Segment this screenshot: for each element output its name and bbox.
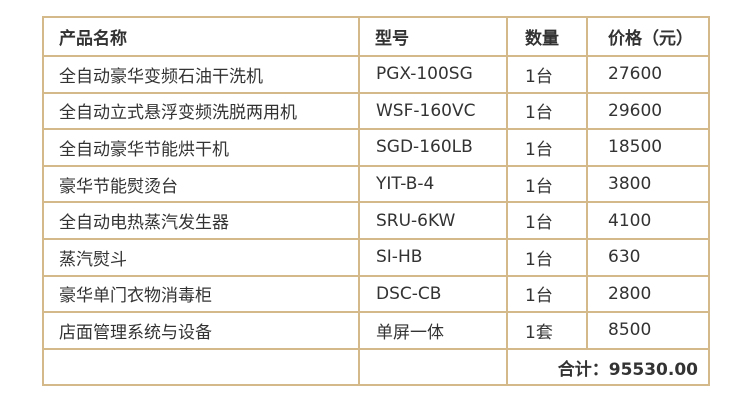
product-name-cell: 店面管理系统与设备 [42,311,360,350]
table-row: 全自动电热蒸汽发生器 SRU-6KW 1台 4100 [42,201,710,240]
price-cell: 27600 [586,55,710,94]
product-name-cell: 全自动立式悬浮变频洗脱两用机 [42,91,360,131]
header-model: 型号 [358,16,508,57]
quantity-cell: 1台 [506,55,588,94]
table-row: 全自动豪华节能烘干机 SGD-160LB 1台 18500 [42,128,710,167]
total-empty-cell [358,347,508,387]
quantity-cell: 1台 [506,201,588,240]
product-name-cell: 豪华节能熨烫台 [42,164,360,204]
price-cell: 8500 [586,311,710,350]
table-row: 店面管理系统与设备 单屏一体 1套 8500 [42,311,710,350]
table-header-row: 产品名称 型号 数量 价格（元） [42,16,710,57]
product-name-cell: 豪华单门衣物消毒柜 [42,274,360,314]
table-row: 全自动豪华变频石油干洗机 PGX-100SG 1台 27600 [42,55,710,94]
table-row: 蒸汽熨斗 SI-HB 1台 630 [42,237,710,277]
table-row: 豪华节能熨烫台 YIT-B-4 1台 3800 [42,164,710,204]
product-name-cell: 蒸汽熨斗 [42,237,360,277]
price-cell: 3800 [586,164,710,204]
price-cell: 630 [586,237,710,277]
total-row: 合计：95530.00 [42,347,710,387]
model-cell: SI-HB [358,237,508,277]
header-product-name: 产品名称 [42,16,360,57]
product-name-cell: 全自动豪华变频石油干洗机 [42,55,360,94]
product-name-cell: 全自动豪华节能烘干机 [42,128,360,167]
model-cell: WSF-160VC [358,91,508,131]
total-amount: 合计：95530.00 [506,347,710,387]
quantity-cell: 1台 [506,91,588,131]
product-name-cell: 全自动电热蒸汽发生器 [42,201,360,240]
header-price: 价格（元） [586,16,710,57]
model-cell: 单屏一体 [358,311,508,350]
price-table: 产品名称 型号 数量 价格（元） 全自动豪华变频石油干洗机 PGX-100SG … [42,16,710,387]
model-cell: SGD-160LB [358,128,508,167]
table-row: 豪华单门衣物消毒柜 DSC-CB 1台 2800 [42,274,710,314]
model-cell: SRU-6KW [358,201,508,240]
quantity-cell: 1套 [506,311,588,350]
quantity-cell: 1台 [506,237,588,277]
price-cell: 2800 [586,274,710,314]
quantity-cell: 1台 [506,274,588,314]
model-cell: DSC-CB [358,274,508,314]
header-quantity: 数量 [506,16,588,57]
table-row: 全自动立式悬浮变频洗脱两用机 WSF-160VC 1台 29600 [42,91,710,131]
price-cell: 4100 [586,201,710,240]
quantity-cell: 1台 [506,164,588,204]
price-cell: 18500 [586,128,710,167]
model-cell: PGX-100SG [358,55,508,94]
total-empty-cell [42,347,360,387]
model-cell: YIT-B-4 [358,164,508,204]
quantity-cell: 1台 [506,128,588,167]
price-cell: 29600 [586,91,710,131]
